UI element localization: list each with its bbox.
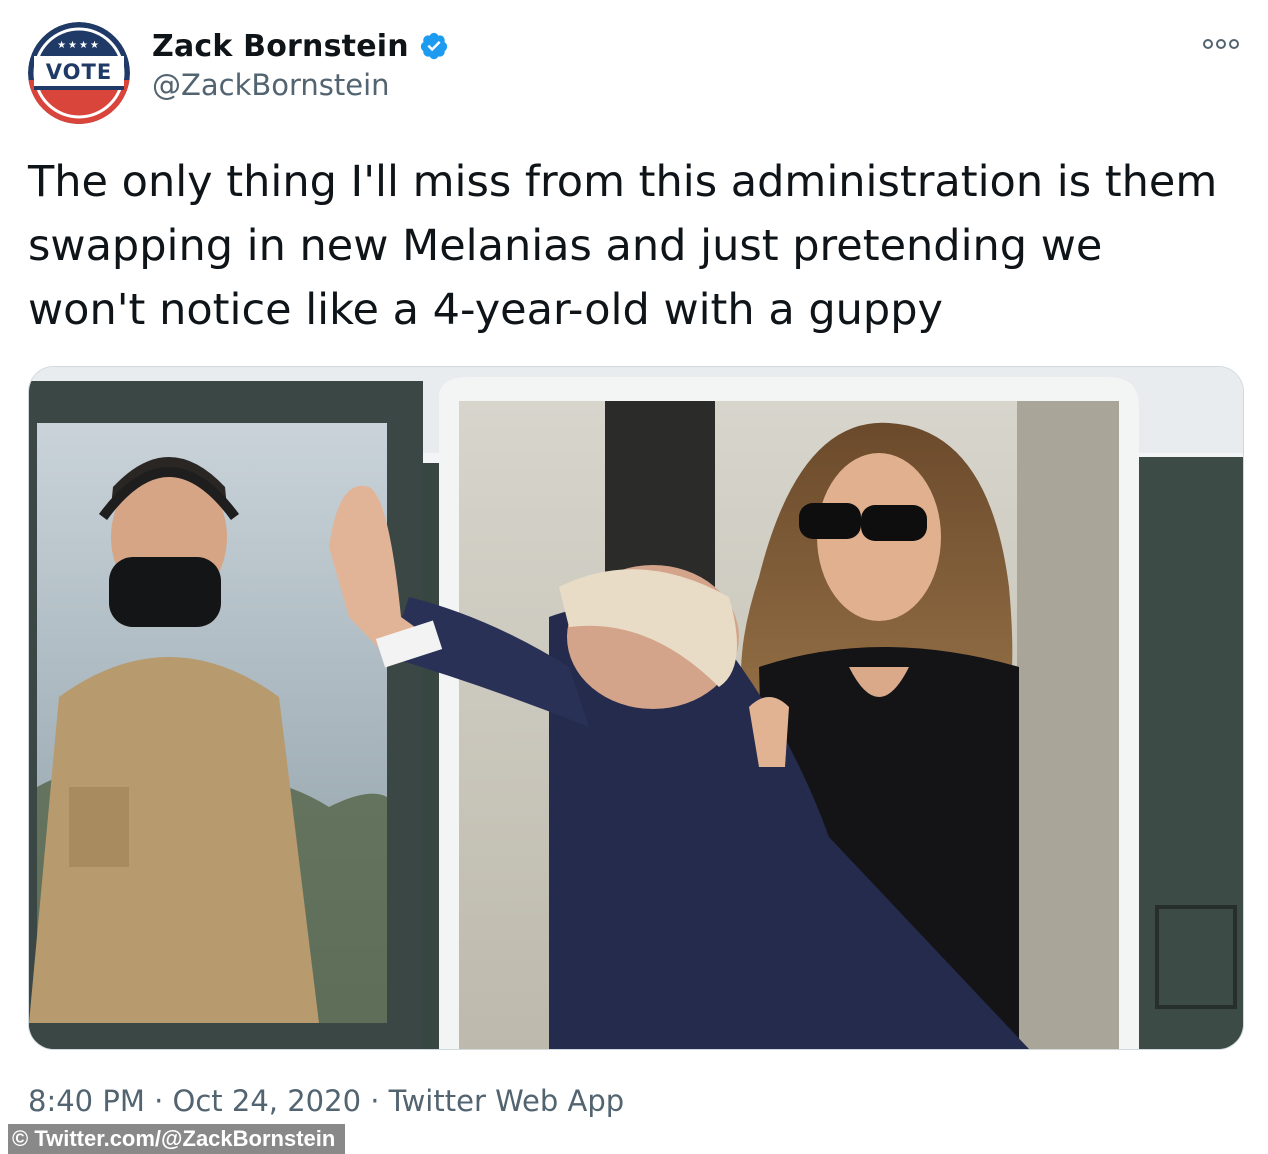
author-handle[interactable]: @ZackBornstein — [152, 68, 390, 102]
author-display-name[interactable]: Zack Bornstein — [152, 29, 409, 64]
vote-badge-icon: ★★★★ VOTE — [28, 22, 130, 124]
source-watermark: © Twitter.com/@ZackBornstein — [8, 1124, 346, 1154]
metadata-separator: · — [154, 1084, 164, 1118]
more-options-button[interactable] — [1198, 30, 1244, 58]
tweet-card: ★★★★ VOTE Zack Bornstein @ZackBornstein … — [0, 0, 1268, 1154]
tweet-text-line: The only thing I'll miss from this admin… — [28, 157, 1218, 207]
tweet-source-link[interactable]: Twitter Web App — [389, 1084, 625, 1118]
tweet-date[interactable]: Oct 24, 2020 — [173, 1084, 362, 1118]
tweet-time[interactable]: 8:40 PM — [28, 1084, 145, 1118]
author-name-row: Zack Bornstein — [152, 26, 449, 66]
avatar-vote-text: VOTE — [46, 60, 112, 84]
avatar-stars: ★★★★ — [57, 40, 101, 51]
tweet-text-line: won't notice like a 4-year-old with a gu… — [28, 285, 943, 335]
photo-image — [29, 367, 1243, 1049]
tweet-metadata: 8:40 PM · Oct 24, 2020 · Twitter Web App — [28, 1084, 624, 1118]
more-options-icon — [1203, 39, 1239, 49]
tweet-text-line: swapping in new Melanias and just preten… — [28, 221, 1103, 271]
metadata-separator: · — [370, 1084, 380, 1118]
verified-badge-icon — [420, 32, 447, 60]
tweet-text: The only thing I'll miss from this admin… — [28, 150, 1248, 342]
tweet-photo[interactable] — [28, 366, 1244, 1050]
author-avatar[interactable]: ★★★★ VOTE — [28, 22, 130, 124]
